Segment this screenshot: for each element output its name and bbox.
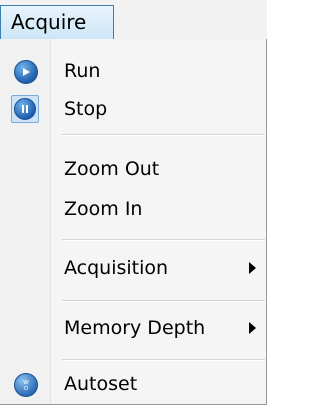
svg-text:O: O xyxy=(24,386,29,392)
run-icon xyxy=(14,60,38,84)
menu-item-label: Memory Depth xyxy=(64,317,206,339)
stop-icon xyxy=(11,95,39,123)
menu-separator xyxy=(62,239,265,241)
menu-item-label: Autoset xyxy=(64,373,138,395)
menu-item-acquisition[interactable]: Acquisition xyxy=(0,249,265,287)
menu-item-stop[interactable]: Stop xyxy=(0,90,265,128)
menu-item-zoom-in[interactable]: Zoom In xyxy=(0,190,265,228)
submenu-arrow-icon xyxy=(249,322,256,334)
menu-separator xyxy=(62,359,265,361)
menu-separator xyxy=(62,134,265,136)
menu-item-label: Acquisition xyxy=(64,257,169,279)
app-frame: Acquire Run Stop Zoom Out Zoom In Acquis… xyxy=(0,0,267,405)
menu-item-label: Stop xyxy=(64,98,108,120)
submenu-arrow-icon xyxy=(249,262,256,274)
menu-item-autoset[interactable]: W O Autoset xyxy=(0,365,265,403)
menu-item-label: Zoom In xyxy=(64,198,143,220)
menu-item-zoom-out[interactable]: Zoom Out xyxy=(0,150,265,188)
menu-item-label: Run xyxy=(64,60,101,82)
menu-separator xyxy=(62,300,265,302)
acquire-dropdown-menu: Run Stop Zoom Out Zoom In Acquisition Me… xyxy=(0,39,267,405)
menu-item-run[interactable]: Run xyxy=(0,52,265,90)
acquire-menu-button[interactable]: Acquire xyxy=(0,5,114,40)
menu-item-memory-depth[interactable]: Memory Depth xyxy=(0,309,265,347)
autoset-icon: W O xyxy=(14,373,38,397)
menu-item-label: Zoom Out xyxy=(64,158,160,180)
